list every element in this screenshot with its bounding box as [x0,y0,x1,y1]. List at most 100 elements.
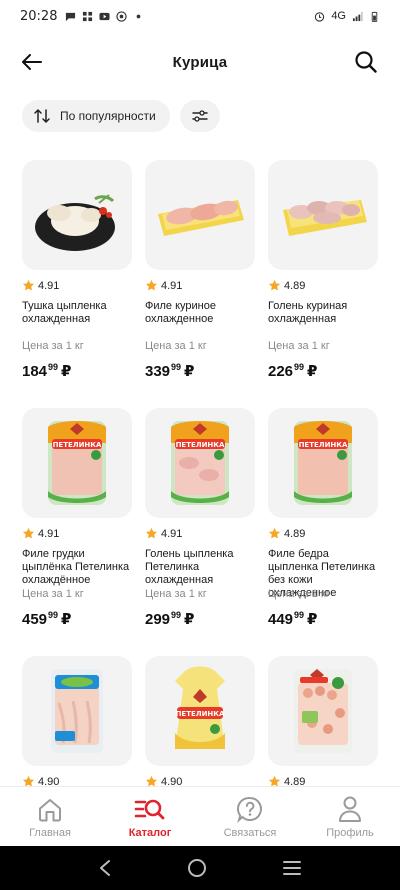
product-rating: 4.91 [22,279,132,292]
price-unit: Цена за 1 кг [22,588,84,600]
price-currency: ₽ [184,363,195,380]
product-name: Голень куриная охлажденная [268,300,348,325]
signal-icon [352,11,363,21]
filter-bar: По популярности [22,100,220,132]
nav-catalog-label: Каталог [128,826,172,839]
product-card[interactable]: ПЕТЕЛИНКА 4.89 Филе бедра цыпленка Петел… [268,408,378,656]
price-currency: ₽ [307,611,318,628]
price-unit: Цена за 1 кг [145,588,207,600]
nav-contact-label: Связаться [223,826,277,839]
system-indicators: 4G [314,10,380,22]
product-name: Филе куриное охлажденное [145,300,216,325]
product-image: ПЕТЕЛИНКА [145,408,255,518]
back-button[interactable] [16,48,48,76]
price-fraction: 99 [48,610,59,620]
price-integer: 459 [22,611,48,628]
product-price: 45999 ₽ [22,610,132,628]
product-card[interactable]: ПЕТЕЛИНКА 4.91 Филе грудки цыплёнка Пете… [22,408,132,656]
rating-value: 4.91 [38,527,60,540]
system-back-icon[interactable] [98,859,112,877]
arrow-left-icon [22,54,42,70]
product-rating: 4.89 [268,527,378,540]
rating-value: 4.91 [161,279,183,292]
product-grid: 4.91 Тушка цыпленка охлажденная Цена за … [22,160,382,890]
catalog-search-icon [134,795,166,823]
rating-value: 4.91 [38,279,60,292]
product-image: ПЕТЕЛИНКА [268,408,378,518]
product-price: 22699 ₽ [268,362,378,380]
price-fraction: 99 [48,362,59,372]
battery-icon [371,11,378,22]
price-fraction: 99 [294,610,305,620]
product-image [268,160,378,270]
profile-icon [337,795,363,823]
product-card[interactable]: ПЕТЕЛИНКА 4.91 Голень цыпленка Петелинка… [145,408,255,656]
product-image: ПЕТЕЛИНКА [22,408,132,518]
pack-brand-label: ПЕТЕЛИНКА [176,710,225,718]
nav-home-label: Главная [29,826,71,839]
pack-brand-label: ПЕТЕЛИНКА [176,441,225,449]
product-card[interactable]: 4.89 Голень куриная охлажденная Цена за … [268,160,378,408]
system-home-icon[interactable] [187,858,207,878]
sort-label: По популярности [60,109,156,123]
product-price: 33999 ₽ [145,362,255,380]
price-integer: 299 [145,611,171,628]
price-unit: Цена за 1 кг [22,340,84,352]
product-image [22,160,132,270]
rating-value: 4.89 [284,279,306,292]
price-integer: 226 [268,363,294,380]
dot-icon [137,14,141,18]
star-icon [22,527,35,539]
status-time: 20:28 [20,8,58,24]
sort-chip[interactable]: По популярности [22,100,170,132]
network-label: 4G [331,10,346,22]
price-unit: Цена за 1 кг [268,588,330,600]
filter-settings-button[interactable] [179,100,220,132]
star-icon [268,279,281,291]
product-card[interactable]: 4.91 Филе куриное охлажденное Цена за 1 … [145,160,255,408]
search-icon [355,51,377,73]
price-currency: ₽ [307,363,318,380]
message-icon [66,12,76,21]
page-title: Курица [172,53,228,71]
nav-home[interactable]: Главная [0,787,100,846]
help-icon [236,795,264,823]
rating-value: 4.89 [284,527,306,540]
nav-contact[interactable]: Связаться [200,787,300,846]
app-header: Курица [0,40,400,84]
price-currency: ₽ [61,363,72,380]
price-integer: 184 [22,363,48,380]
star-icon [145,527,158,539]
target-icon [116,10,128,22]
nav-profile[interactable]: Профиль [300,787,400,846]
star-icon [22,279,35,291]
price-integer: 449 [268,611,294,628]
home-icon [37,795,63,823]
price-integer: 339 [145,363,171,380]
product-price: 18499 ₽ [22,362,132,380]
product-card[interactable]: 4.91 Тушка цыпленка охлажденная Цена за … [22,160,132,408]
product-price: 29999 ₽ [145,610,255,628]
rating-value: 4.91 [161,527,183,540]
status-bar: 20:28 4G [0,0,400,32]
product-image: ПЕТЕЛИНКА [145,656,255,766]
system-recents-icon[interactable] [282,860,302,876]
notification-icons [65,10,144,22]
product-rating: 4.89 [268,279,378,292]
product-name: Филе грудки цыплёнка Петелинка охлаждённ… [22,548,130,586]
video-icon [99,12,111,20]
product-price: 44999 ₽ [268,610,378,628]
nav-catalog[interactable]: Каталог [100,787,200,846]
bottom-navigation: Главная Каталог Связаться Профиль [0,786,400,846]
price-fraction: 99 [171,610,182,620]
sort-arrows-icon [34,108,50,124]
system-navigation-bar [0,846,400,890]
product-rating: 4.91 [145,527,255,540]
product-rating: 4.91 [145,279,255,292]
star-icon [268,527,281,539]
alarm-icon [315,11,325,22]
product-image [22,656,132,766]
price-currency: ₽ [61,611,72,628]
nav-profile-label: Профиль [326,826,374,839]
search-button[interactable] [350,46,382,78]
